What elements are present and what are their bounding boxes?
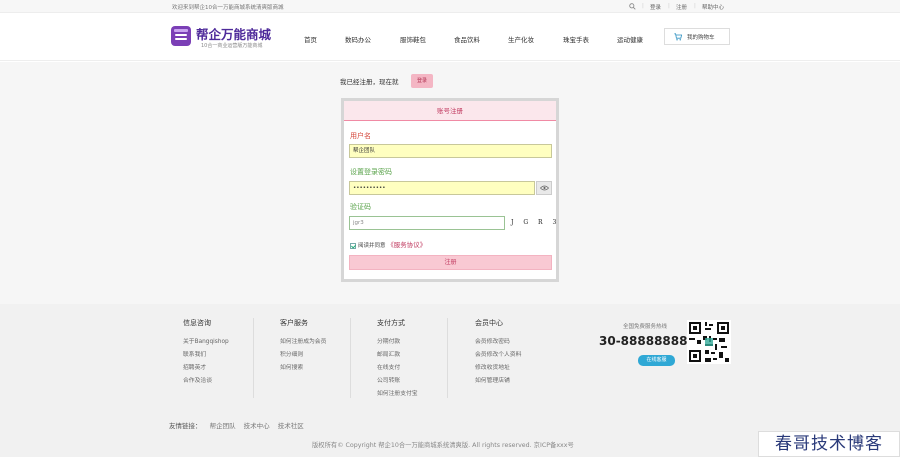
password-input[interactable]: •••••••••• — [349, 181, 535, 195]
logo-name[interactable]: 帮企万能商城 — [196, 24, 271, 43]
friend-link[interactable]: 技术中心 — [244, 422, 270, 430]
footer-column-info: 信息咨询 关于Bangqishop 联系我们 招聘英才 合作及洽谈 — [183, 318, 229, 388]
registration-form: 账号注册 用户名 帮企团队 设置登录密码 •••••••••• 验证码 jgr3… — [341, 98, 559, 282]
nav-item-apparel[interactable]: 服饰鞋包 — [400, 34, 426, 44]
nav-item-digital[interactable]: 数码办公 — [345, 34, 371, 44]
footer-link[interactable]: 分期付款 — [377, 336, 418, 345]
top-bar: 欢迎来到帮企10合一万能商城系统清爽版商城 | 登录 | 注册 | 帮助中心 — [0, 0, 900, 13]
password-label: 设置登录密码 — [350, 168, 392, 176]
footer-link[interactable]: 如何注册支付宝 — [377, 388, 418, 397]
agree-checkbox[interactable] — [350, 242, 356, 249]
footer-link[interactable]: 如何搜索 — [280, 362, 326, 371]
footer-column-member: 会员中心 会员修改密码 会员修改个人资料 修改收货地址 如何管理店铺 — [475, 318, 521, 388]
nav-item-cosmetics[interactable]: 生产化妆 — [508, 34, 534, 44]
footer-divider — [350, 318, 351, 398]
friend-links: 友情链接： 帮企团队 技术中心 技术社区 — [169, 420, 304, 430]
terms-link[interactable]: 《服务协议》 — [387, 241, 426, 249]
footer-column-title: 支付方式 — [377, 319, 405, 327]
footer-link[interactable]: 如何管理店铺 — [475, 375, 521, 384]
footer-link[interactable]: 修改收货地址 — [475, 362, 521, 371]
watermark-logo: 春哥技术博客 — [758, 431, 900, 457]
online-service-button[interactable]: 在线客服 — [638, 355, 675, 366]
username-label: 用户名 — [350, 132, 371, 140]
cart-label: 我的购物车 — [687, 35, 715, 41]
logo-icon[interactable] — [171, 26, 191, 46]
footer-divider — [447, 318, 448, 398]
cart-icon — [674, 33, 682, 41]
footer-link[interactable]: 关于Bangqishop — [183, 336, 229, 345]
captcha-image[interactable]: J G R 3 — [508, 216, 556, 230]
site-header: 帮企万能商城 10合一商业运营版万能商城 首页 数码办公 服饰鞋包 食品饮料 生… — [0, 14, 900, 61]
footer-link[interactable]: 在线支付 — [377, 362, 418, 371]
divider: | — [668, 3, 670, 9]
footer-link[interactable]: 会员修改密码 — [475, 336, 521, 345]
register-submit-button[interactable]: 注册 — [349, 255, 552, 270]
captcha-label: 验证码 — [350, 203, 371, 211]
top-login-link[interactable]: 登录 — [650, 3, 661, 11]
footer-link[interactable]: 联系我们 — [183, 349, 229, 358]
nav-item-home[interactable]: 首页 — [304, 34, 317, 44]
footer-link[interactable]: 合作及洽谈 — [183, 375, 229, 384]
divider: | — [694, 3, 696, 9]
footer-divider — [253, 318, 254, 398]
friend-link[interactable]: 帮企团队 — [210, 422, 236, 430]
captcha-input[interactable]: jgr3 — [349, 216, 505, 230]
help-center-link[interactable]: 帮助中心 — [702, 3, 724, 11]
hotline-label: 全国免费服务热线 — [623, 324, 668, 330]
main-content: 我已经注册，现在就 登录 账号注册 用户名 帮企团队 设置登录密码 ••••••… — [0, 62, 900, 304]
footer-column-title: 客户服务 — [280, 319, 308, 327]
show-password-button[interactable] — [536, 181, 552, 195]
footer-column-service: 客户服务 如何注册成为会员 积分细则 如何搜索 — [280, 318, 326, 375]
friend-link[interactable]: 技术社区 — [278, 422, 304, 430]
divider: | — [642, 3, 644, 9]
search-icon[interactable] — [629, 3, 636, 10]
footer-link[interactable]: 会员修改个人资料 — [475, 349, 521, 358]
footer-column-title: 信息咨询 — [183, 319, 211, 327]
footer-link[interactable]: 积分细则 — [280, 349, 326, 358]
hotline-number: 30-88888888 — [599, 334, 688, 348]
footer-link[interactable]: 公司转账 — [377, 375, 418, 384]
nav-item-food[interactable]: 食品饮料 — [454, 34, 480, 44]
already-registered-text: 我已经注册，现在就 — [340, 78, 399, 86]
logo-subtitle: 10合一商业运营版万能商城 — [201, 43, 263, 49]
agree-terms: 阅读并同意 《服务协议》 — [350, 239, 426, 249]
nav-item-sports[interactable]: 运动健康 — [617, 34, 643, 44]
login-button[interactable]: 登录 — [411, 74, 433, 88]
footer-column-title: 会员中心 — [475, 319, 503, 327]
friend-links-title: 友情链接： — [169, 422, 202, 430]
copyright-text: 版权所有© Copyright 帮企10合一万能商城系统清爽版. All rig… — [312, 442, 574, 449]
qr-code-icon — [687, 320, 731, 364]
username-input[interactable]: 帮企团队 — [349, 144, 552, 158]
agree-text: 阅读并同意 — [358, 243, 386, 249]
footer-column-payment: 支付方式 分期付款 邮局汇款 在线支付 公司转账 如何注册支付宝 — [377, 318, 418, 401]
eye-icon — [540, 185, 549, 191]
top-register-link[interactable]: 注册 — [676, 3, 687, 11]
footer-link[interactable]: 招聘英才 — [183, 362, 229, 371]
cart-button[interactable]: 我的购物车 — [664, 28, 730, 45]
footer-link[interactable]: 邮局汇款 — [377, 349, 418, 358]
welcome-text: 欢迎来到帮企10合一万能商城系统清爽版商城 — [172, 5, 284, 11]
footer-link[interactable]: 如何注册成为会员 — [280, 336, 326, 345]
nav-item-jewelry[interactable]: 珠宝手表 — [563, 34, 589, 44]
tab-account-register[interactable]: 账号注册 — [344, 101, 556, 121]
